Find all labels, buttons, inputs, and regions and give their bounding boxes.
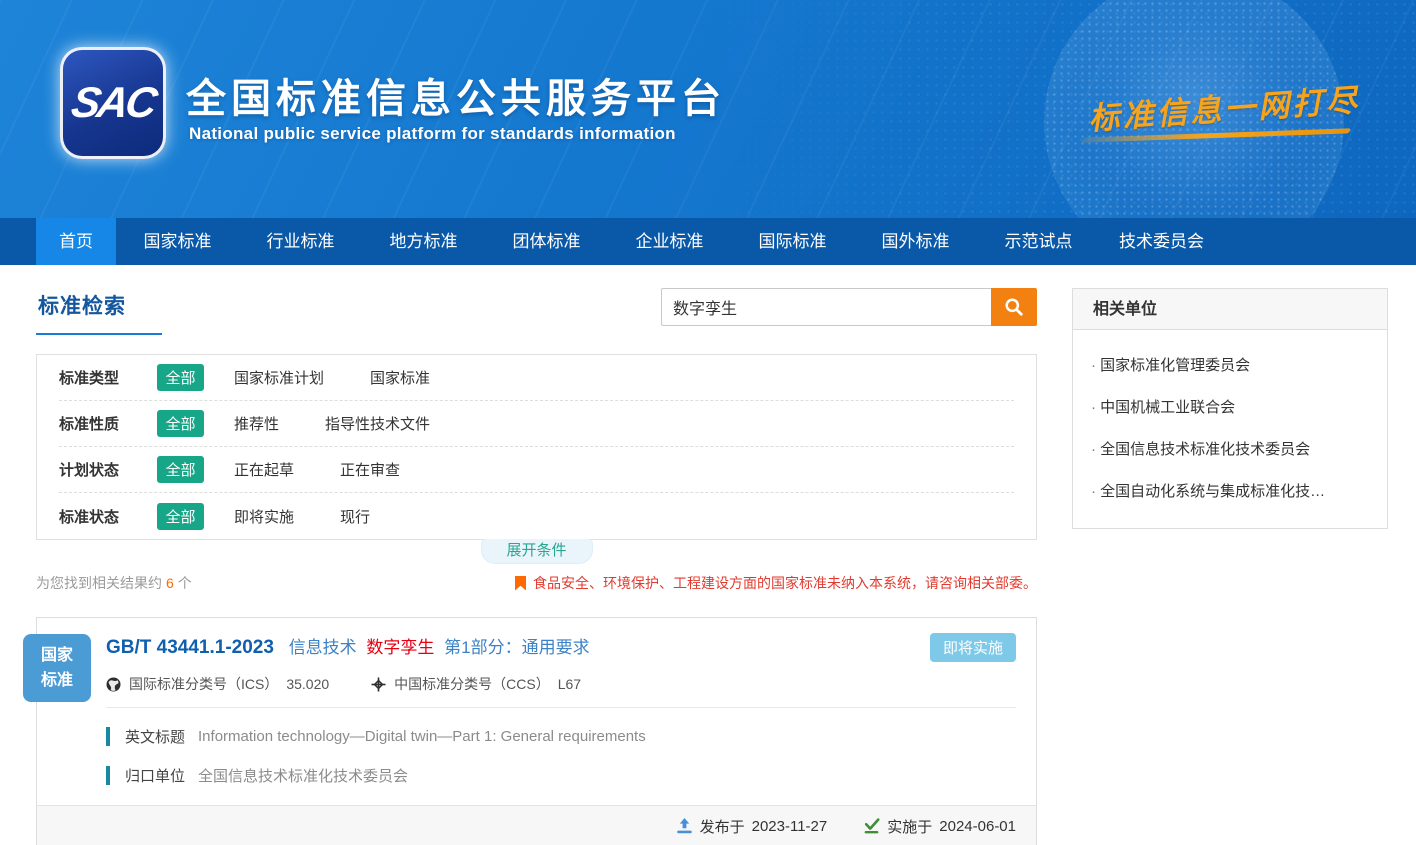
committee-label: 归口单位 [125, 765, 185, 786]
search-input[interactable] [661, 288, 991, 326]
card-divider [106, 707, 1016, 708]
result-card: 国家 标准 GB/T 43441.1-2023 信息技术 数字孪生 第1部分：通… [36, 617, 1037, 845]
tab-standard-search[interactable]: 标准检索 [36, 288, 162, 335]
filter-option[interactable]: 推荐性 [234, 413, 279, 434]
filter-option[interactable]: 正在起草 [234, 459, 294, 480]
implemented-label: 实施于 [887, 816, 932, 837]
filter-row-plan-status: 计划状态 全部 正在起草 正在审查 [59, 447, 1014, 493]
filter-option[interactable]: 指导性技术文件 [325, 413, 430, 434]
filter-label: 标准类型 [59, 367, 147, 388]
english-title-value: Information technology—Digital twin—Part… [198, 728, 646, 745]
title-part2: 第1部分：通用要求 [444, 638, 589, 657]
content-area: 标准检索 标准类型 [0, 265, 1416, 845]
published-label: 发布于 [700, 816, 745, 837]
results-summary-suffix: 个 [178, 575, 192, 591]
filter-row-standard-nature: 标准性质 全部 推荐性 指导性技术文件 [59, 401, 1014, 447]
published-date: 2023-11-27 [752, 818, 828, 835]
bookmark-icon [515, 576, 526, 591]
nav-tab-enterprise-standards[interactable]: 企业标准 [608, 218, 731, 265]
results-info: 为您找到相关结果约6个 食品安全、环境保护、工程建设方面的国家标准未纳入本系统，… [36, 573, 1037, 593]
filter-option[interactable]: 国家标准 [370, 367, 430, 388]
filter-option[interactable]: 即将实施 [234, 506, 294, 527]
teal-bar [106, 766, 110, 785]
result-card-footer: 发布于 2023-11-27 实施于 2024-06-01 [37, 805, 1036, 845]
site-title: 全国标准信息公共服务平台 [186, 66, 726, 124]
related-unit-link[interactable]: 全国信息技术标准化技术委员会 [1091, 440, 1369, 460]
filter-all-button[interactable]: 全部 [157, 503, 204, 530]
filter-label: 标准状态 [59, 506, 147, 527]
sidebar: 相关单位 国家标准化管理委员会 中国机械工业联合会 全国信息技术标准化技术委员会… [1072, 288, 1388, 845]
results-notice-text: 食品安全、环境保护、工程建设方面的国家标准未纳入本系统，请咨询相关部委。 [533, 573, 1037, 593]
result-title-link[interactable]: GB/T 43441.1-2023 信息技术 数字孪生 第1部分：通用要求 [106, 635, 1016, 661]
sac-logo-text: SAC [68, 79, 158, 128]
result-card-body: GB/T 43441.1-2023 信息技术 数字孪生 第1部分：通用要求 即将… [37, 618, 1036, 786]
sac-logo[interactable]: SAC [60, 47, 166, 159]
ccs-group: 中国标准分类号（CCS） L67 [371, 674, 581, 694]
check-icon [863, 818, 880, 834]
results-summary-prefix: 为您找到相关结果约 [36, 575, 162, 591]
filter-option[interactable]: 现行 [340, 506, 370, 527]
title-highlight: 数字孪生 [366, 638, 434, 657]
main-column: 标准检索 标准类型 [36, 288, 1037, 845]
main-nav: 首页 国家标准 行业标准 地方标准 团体标准 企业标准 国际标准 国外标准 示范… [0, 218, 1416, 265]
nav-tab-group-standards[interactable]: 团体标准 [485, 218, 608, 265]
teal-bar [106, 727, 110, 746]
site-subtitle: National public service platform for sta… [189, 124, 676, 144]
nav-tab-technical-committees[interactable]: 技术委员会 [1100, 218, 1223, 265]
globe-icon [106, 677, 121, 692]
related-unit-link[interactable]: 全国自动化系统与集成标准化技… [1091, 482, 1369, 502]
committee-value: 全国信息技术标准化技术委员会 [198, 765, 408, 786]
filter-label: 计划状态 [59, 459, 147, 480]
implemented-date: 2024-06-01 [939, 818, 1016, 835]
results-summary: 为您找到相关结果约6个 [36, 573, 192, 593]
standard-code: GB/T 43441.1-2023 [106, 637, 274, 658]
search-icon [1004, 297, 1024, 317]
related-units-panel: 相关单位 国家标准化管理委员会 中国机械工业联合会 全国信息技术标准化技术委员会… [1072, 288, 1388, 529]
search-button[interactable] [991, 288, 1037, 326]
status-badge: 即将实施 [930, 633, 1016, 662]
filter-label: 标准性质 [59, 413, 147, 434]
results-notice: 食品安全、环境保护、工程建设方面的国家标准未纳入本系统，请咨询相关部委。 [515, 573, 1037, 593]
implemented-date-item: 实施于 2024-06-01 [863, 816, 1016, 837]
nav-tab-industry-standards[interactable]: 行业标准 [239, 218, 362, 265]
results-count: 6 [166, 575, 174, 591]
filter-row-standard-status: 标准状态 全部 即将实施 现行 [59, 493, 1014, 539]
filter-all-button[interactable]: 全部 [157, 410, 204, 437]
committee-row: 归口单位 全国信息技术标准化技术委员会 [106, 765, 1016, 786]
nav-tab-national-standards[interactable]: 国家标准 [116, 218, 239, 265]
english-title-row: 英文标题 Information technology—Digital twin… [106, 726, 1016, 747]
related-unit-link[interactable]: 国家标准化管理委员会 [1091, 356, 1369, 376]
section-title: 标准检索 [38, 290, 162, 320]
ccs-value: L67 [558, 676, 581, 692]
site-header: SAC 全国标准信息公共服务平台 National public service… [0, 0, 1416, 218]
filter-all-button[interactable]: 全部 [157, 456, 204, 483]
nav-tab-home[interactable]: 首页 [36, 218, 116, 265]
nav-tab-foreign-standards[interactable]: 国外标准 [854, 218, 977, 265]
search-row: 标准检索 [36, 288, 1037, 335]
expand-conditions-button[interactable]: 展开条件 [481, 539, 593, 564]
nav-tab-international-standards[interactable]: 国际标准 [731, 218, 854, 265]
filter-option[interactable]: 正在审查 [340, 459, 400, 480]
ics-value: 35.020 [286, 676, 329, 692]
nav-tab-local-standards[interactable]: 地方标准 [362, 218, 485, 265]
related-unit-link[interactable]: 中国机械工业联合会 [1091, 398, 1369, 418]
ics-group: 国际标准分类号（ICS） 35.020 [106, 674, 329, 694]
title-part1: 信息技术 [289, 638, 357, 657]
filter-panel: 标准类型 全部 国家标准计划 国家标准 标准性质 全部 推荐性 指导性技术文件 … [36, 354, 1037, 540]
filter-all-button[interactable]: 全部 [157, 364, 204, 391]
related-units-title: 相关单位 [1073, 289, 1387, 330]
english-title-label: 英文标题 [125, 726, 185, 747]
classification-row: 国际标准分类号（ICS） 35.020 中国标准分 [106, 674, 1016, 694]
ccs-label: 中国标准分类号（CCS） [394, 674, 550, 694]
page: SAC 全国标准信息公共服务平台 National public service… [0, 0, 1416, 845]
filter-row-standard-type: 标准类型 全部 国家标准计划 国家标准 [59, 355, 1014, 401]
filter-option[interactable]: 国家标准计划 [234, 367, 324, 388]
ics-label: 国际标准分类号（ICS） [129, 674, 278, 694]
upload-icon [676, 818, 693, 834]
nav-tab-pilot-demo[interactable]: 示范试点 [977, 218, 1100, 265]
search-box [661, 288, 1037, 326]
related-units-list: 国家标准化管理委员会 中国机械工业联合会 全国信息技术标准化技术委员会 全国自动… [1073, 330, 1387, 528]
published-date-item: 发布于 2023-11-27 [676, 816, 828, 837]
compass-icon [371, 677, 386, 692]
